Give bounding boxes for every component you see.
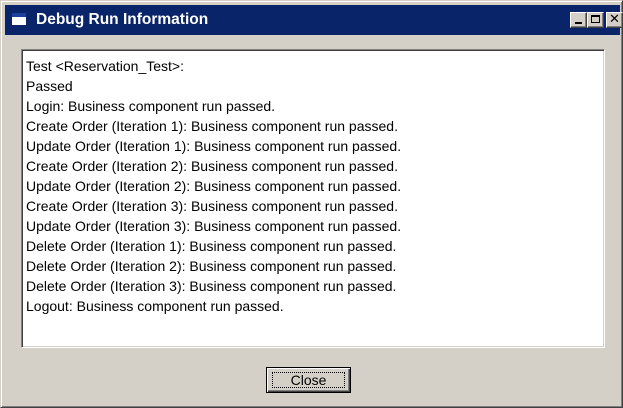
log-line: Update Order (Iteration 1): Business com…	[26, 138, 402, 154]
log-line: Create Order (Iteration 2): Business com…	[26, 158, 398, 174]
log-line: Delete Order (Iteration 2): Business com…	[26, 258, 397, 274]
run-log-textbox[interactable]: Test <Reservation_Test>: Passed Login: B…	[21, 49, 605, 348]
close-button[interactable]: Close	[266, 367, 351, 393]
maximize-icon	[591, 15, 600, 23]
close-icon: ✕	[609, 12, 620, 27]
log-line: Create Order (Iteration 3): Business com…	[26, 198, 398, 214]
log-line: Passed	[26, 78, 73, 94]
minimize-button[interactable]	[570, 12, 587, 28]
debug-run-window: Debug Run Information ✕ Test <Reservatio…	[0, 0, 623, 408]
log-line: Update Order (Iteration 2): Business com…	[26, 178, 402, 194]
close-window-button[interactable]: ✕	[606, 12, 623, 28]
log-line: Logout: Business component run passed.	[26, 298, 284, 314]
close-button-label: Close	[290, 372, 327, 388]
log-line: Login: Business component run passed.	[26, 98, 276, 114]
window-app-icon	[11, 12, 27, 26]
log-line: Update Order (Iteration 3): Business com…	[26, 218, 402, 234]
title-bar[interactable]: Debug Run Information ✕	[5, 5, 623, 35]
minimize-icon	[575, 22, 582, 24]
log-line: Delete Order (Iteration 1): Business com…	[26, 238, 397, 254]
log-line: Create Order (Iteration 1): Business com…	[26, 118, 398, 134]
log-line: Delete Order (Iteration 3): Business com…	[26, 278, 397, 294]
window-title: Debug Run Information	[36, 11, 209, 28]
log-line: Test <Reservation_Test>:	[26, 58, 184, 74]
maximize-button[interactable]	[587, 12, 604, 28]
